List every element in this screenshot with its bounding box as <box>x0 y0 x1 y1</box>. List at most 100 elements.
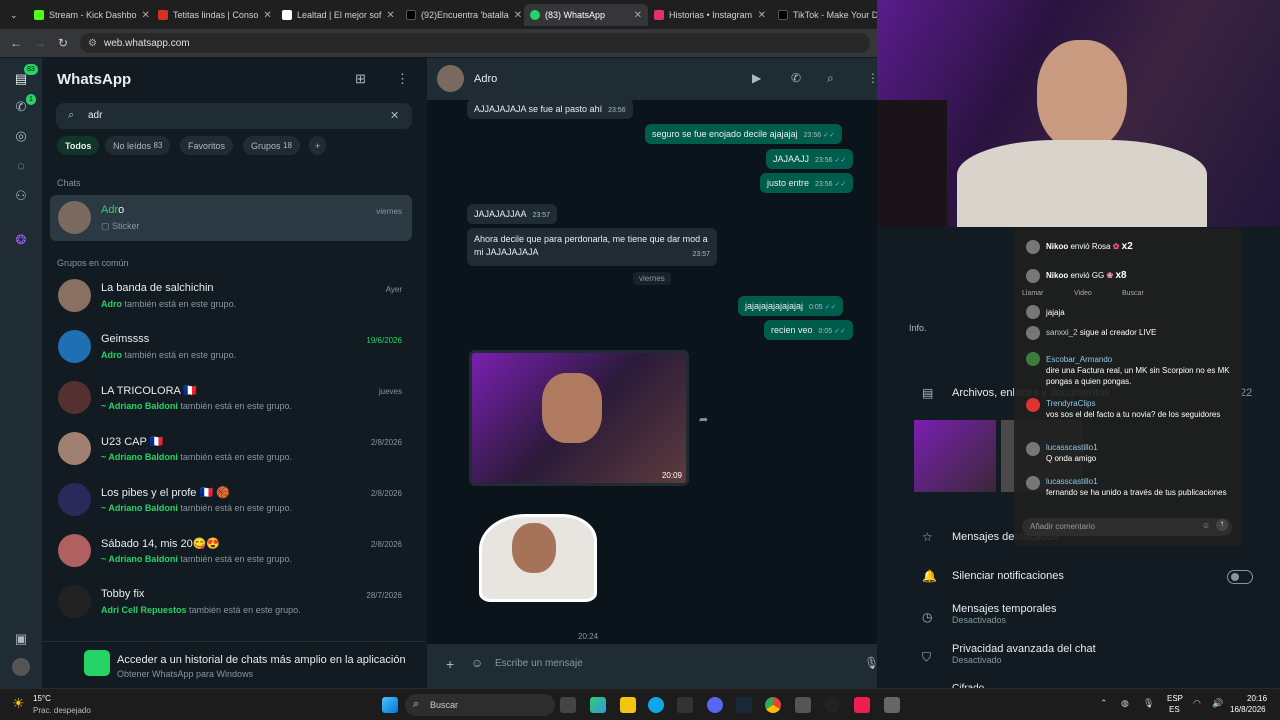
discord-icon[interactable] <box>707 697 723 713</box>
disappearing-messages[interactable]: Mensajes temporales Desactivados <box>952 603 1057 625</box>
group-item[interactable]: Tobby fix Adri Cell Repuestos también est… <box>50 579 412 625</box>
tab-kick[interactable]: Stream - Kick Dashbo ✕ <box>28 4 152 26</box>
live-tab-call[interactable]: Llamar <box>1022 290 1043 297</box>
network-icon[interactable]: ◍ <box>1121 698 1129 709</box>
live-tab-video[interactable]: Video <box>1074 290 1092 297</box>
filter-groups[interactable]: Grupos 18 <box>243 136 300 155</box>
mute-toggle[interactable] <box>1227 570 1253 584</box>
store-icon[interactable] <box>677 697 693 713</box>
info-label: Info. <box>909 323 927 333</box>
tiktok-icon[interactable] <box>854 697 870 713</box>
files-icon: ▤ <box>922 386 934 400</box>
app-icon[interactable] <box>795 697 811 713</box>
message-input[interactable]: Escribe un mensaje <box>495 658 583 669</box>
explorer-icon[interactable] <box>620 697 636 713</box>
chrome-icon[interactable] <box>765 697 781 713</box>
avatar <box>1026 326 1040 340</box>
profile-avatar[interactable] <box>12 658 30 676</box>
sticker-icon[interactable]: ☺ <box>471 656 483 670</box>
menu-icon[interactable]: ⋮ <box>396 71 409 87</box>
tab-lealtad[interactable]: Lealtad | El mejor sof ✕ <box>276 4 400 26</box>
close-icon[interactable]: ✕ <box>514 10 522 21</box>
chats-badge: 83 <box>24 64 38 75</box>
live-comment: TrendyraClips vos sos el del facto a tu n… <box>1046 399 1221 419</box>
forward-icon[interactable]: ➦ <box>699 413 708 426</box>
close-icon[interactable]: ✕ <box>634 10 642 21</box>
microphone-icon[interactable]: 🎙 <box>1143 698 1154 709</box>
edge-icon[interactable] <box>648 697 664 713</box>
clock-time[interactable]: 20:16 <box>1247 694 1267 703</box>
sticker-time: 20:24 <box>578 632 599 641</box>
promo-banner[interactable]: Acceder a un historial de chats más ampl… <box>42 641 426 688</box>
send-icon[interactable]: ↑ <box>1216 519 1228 531</box>
group-item[interactable]: U23 CAP 🇫🇷 ~ Adriano Baldoni también está… <box>50 426 412 472</box>
back-icon[interactable]: ← <box>10 36 22 50</box>
media-thumb[interactable] <box>914 420 996 492</box>
search-icon[interactable]: ⌕ <box>827 71 834 86</box>
emoji-icon[interactable]: ☺ <box>1202 521 1210 530</box>
obs-icon[interactable] <box>824 697 840 713</box>
new-chat-icon[interactable]: ⊞ <box>355 71 366 87</box>
channels-icon[interactable]: ◌ <box>12 157 30 175</box>
taskview-icon[interactable] <box>560 697 576 713</box>
taskbar-search[interactable]: ⌕ Buscar <box>405 694 555 716</box>
filter-favorites[interactable]: Favoritos <box>180 136 234 155</box>
media-icon[interactable]: ▣ <box>12 630 30 648</box>
avatar[interactable] <box>437 65 464 92</box>
tab-tiktok-search[interactable]: (92)Encuentra 'batalla ✕ <box>400 4 524 26</box>
group-item[interactable]: Geimssss Adro también está en este grupo.… <box>50 324 412 370</box>
tab-whatsapp[interactable]: (83) WhatsApp ✕ <box>524 4 648 26</box>
lealtad-icon <box>282 10 292 20</box>
status-icon[interactable]: ◎ <box>12 127 30 145</box>
video-call-icon[interactable]: ▶ <box>752 71 761 85</box>
live-comment-input[interactable]: Añadir comentario ☺ ↑ <box>1022 518 1232 536</box>
chat-header[interactable]: Adro ▶ ✆ ⌕ ⋮ <box>427 58 879 100</box>
filter-all[interactable]: Todos <box>57 136 100 155</box>
tab-tiktok[interactable]: TikTok - Make Your D <box>772 4 877 26</box>
wifi-icon[interactable]: ◠ <box>1193 698 1201 709</box>
language[interactable]: ESP <box>1167 694 1183 703</box>
close-icon[interactable]: ✕ <box>263 10 271 21</box>
meta-ai-icon[interactable]: ❂ <box>12 231 30 249</box>
windows-start-icon[interactable] <box>382 697 398 713</box>
avatar <box>58 534 91 567</box>
filter-unread[interactable]: No leídos 83 <box>105 136 171 155</box>
live-tab-search[interactable]: Buscar <box>1122 290 1144 297</box>
sticker-message[interactable] <box>479 514 597 602</box>
reload-icon[interactable]: ↻ <box>58 36 68 50</box>
tab-instagram[interactable]: Historias • Instagram ✕ <box>648 4 772 26</box>
copilot-icon[interactable] <box>590 697 606 713</box>
search-input[interactable]: adr <box>88 110 102 121</box>
volume-icon[interactable]: 🔊 <box>1212 698 1223 709</box>
app-icon[interactable] <box>884 697 900 713</box>
video-message[interactable]: 20:09 <box>469 350 689 486</box>
tab-list-button[interactable]: ⌄ <box>4 4 24 26</box>
communities-icon[interactable]: ⚇ <box>12 187 30 205</box>
forward-icon[interactable]: → <box>34 36 46 50</box>
close-icon[interactable]: ✕ <box>386 10 394 21</box>
tray-chevron-icon[interactable]: ⌃ <box>1100 698 1108 709</box>
streamer-shirt <box>957 140 1207 227</box>
attach-icon[interactable]: + <box>446 656 454 672</box>
chat-item-adro[interactable]: Adro ▢ Sticker viernes <box>50 195 412 241</box>
message-out: JAJAAJJ 23:56 ✓✓ <box>766 149 854 169</box>
tab-console[interactable]: Tetitas lindas | Conso ✕ <box>152 4 276 26</box>
add-filter-icon[interactable]: + <box>309 136 327 155</box>
clear-search-icon[interactable]: ✕ <box>390 109 399 122</box>
browser-toolbar: ← → ↻ ⚙ web.whatsapp.com <box>0 29 877 57</box>
group-item[interactable]: Los pibes y el profe 🇫🇷 🏀 ~ Adriano Baldo… <box>50 477 412 523</box>
close-icon[interactable]: ✕ <box>142 10 150 21</box>
address-bar[interactable]: ⚙ web.whatsapp.com <box>80 33 870 53</box>
group-date: 19/6/2026 <box>366 336 402 345</box>
steam-icon[interactable] <box>736 697 752 713</box>
voice-call-icon[interactable]: ✆ <box>791 71 801 85</box>
weather-temp[interactable]: 15°C <box>33 694 51 703</box>
group-item[interactable]: La banda de salchichin Adro también está … <box>50 273 412 319</box>
avatar <box>1026 398 1040 412</box>
site-info-icon[interactable]: ⚙ <box>88 38 97 49</box>
group-item[interactable]: Sábado 14, mis 20😋😍 ~ Adriano Baldoni tam… <box>50 528 412 574</box>
advanced-privacy[interactable]: Privacidad avanzada del chat Desactivado <box>952 643 1096 665</box>
group-item[interactable]: LA TRICOLORA 🇫🇷 ~ Adriano Baldoni también… <box>50 375 412 421</box>
close-icon[interactable]: ✕ <box>758 10 766 21</box>
search-box[interactable]: ⌕ adr ✕ <box>56 103 412 129</box>
